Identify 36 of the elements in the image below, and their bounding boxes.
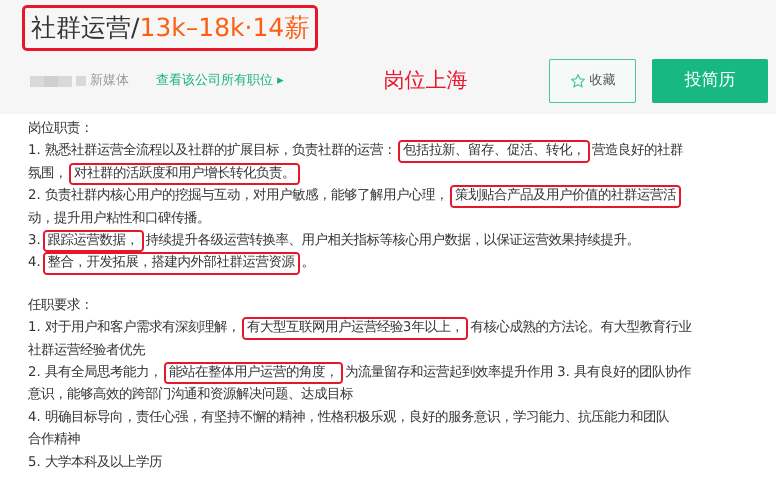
job-title: 社群运营/13k–18k·14薪 <box>22 5 318 51</box>
apply-button[interactable]: 投简历 <box>652 59 768 103</box>
body-text: 合作精神 <box>28 430 80 450</box>
body-text: 意识，能够高效的跨部门沟通和资源解决问题、达成目标 <box>28 386 353 404</box>
section-heading: 任职要求： <box>28 296 94 315</box>
favorite-button[interactable]: 收藏 <box>549 59 636 103</box>
body-text: 1. 熟悉社群运营全流程以及社群的扩展目标，负责社群的运营： <box>28 142 396 160</box>
highlighted-text: 能站在整体用户运营的角度， <box>164 362 343 384</box>
highlighted-text: 有大型互联网用户运营经验3年以上， <box>242 317 468 340</box>
highlighted-text: 包括拉新、留存、促活、转化， <box>398 140 590 163</box>
highlighted-text: 跟踪运营数据， <box>42 230 144 252</box>
highlighted-text: 对社群的活跃度和用户增长转化负责。 <box>69 162 300 186</box>
section-heading: 岗位职责： <box>28 120 94 138</box>
body-text: 为流量留存和运营起到效率提升作用 3. 具有良好的团队协作 <box>344 364 692 382</box>
body-text: 2. 具有全局思考能力， <box>28 364 162 382</box>
body-text: 营造良好的社群 <box>592 142 683 160</box>
body-text: 4. 明确目标导向，责任心强，有坚持不懈的精神，性格积极乐观，良好的服务意识，学习能力、抗压能力和团队 <box>28 408 669 427</box>
body-text: 1. 对于用户和客户需求有深刻理解， <box>28 318 240 338</box>
body-text: 3. <box>28 232 41 250</box>
body-text: 2. 负责社群内核心用户的挖掘与互动，对用户敏感，能够了解用户心理， <box>28 186 448 206</box>
body-text: 持续提升各级运营转换率、用户相关指标等核心用户数据，以保证运营效果持续提升。 <box>146 232 640 250</box>
body-text: 社群运营经验者优先 <box>28 342 145 360</box>
highlighted-text: 策划贴合产品及用户价值的社群运营活 <box>450 185 681 208</box>
redacted-company-icon <box>30 76 72 86</box>
body-text: 5. 大学本科及以上学历 <box>28 454 162 472</box>
body-text: 4. <box>28 254 41 272</box>
body-text: 。 <box>302 254 315 272</box>
body-text: 有核心成熟的方法论。有大型教育行业 <box>470 318 692 338</box>
star-icon <box>570 73 586 89</box>
company-jobs-link[interactable]: 查看该公司所有职位 ▸ <box>156 71 284 91</box>
annotation-text: 岗位上海 <box>384 67 468 94</box>
highlighted-text: 整合，开发拓展，搭建内外部社群运营资源 <box>42 252 300 275</box>
square-icon <box>76 76 86 86</box>
body-text: 动，提升用户粘性和口碑传播。 <box>28 210 210 228</box>
company-category: 新媒体 <box>90 72 129 90</box>
body-text: 氛围， <box>28 164 67 183</box>
